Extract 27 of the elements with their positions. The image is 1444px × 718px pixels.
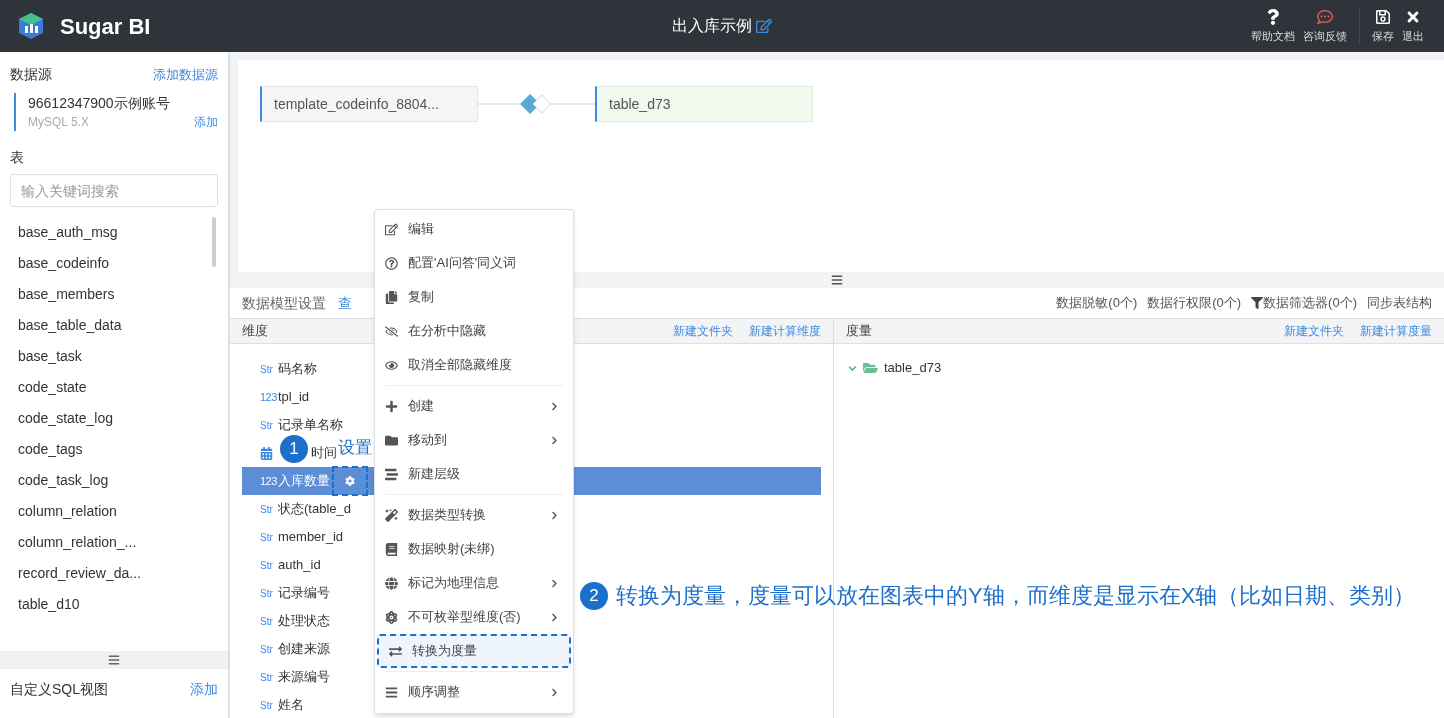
string-type-label: Str — [260, 614, 274, 629]
database-type: MySQL 5.X — [28, 114, 89, 131]
folder-name: table_d73 — [884, 359, 942, 378]
section-title: 数据源 — [10, 65, 52, 84]
annotation-text: 设置 — [338, 437, 372, 459]
panel-title: 维度 — [242, 322, 268, 341]
annotation-text: 转换为度量，度量可以放在图表中的Y轴，而维度是显示在X轴（比如日期、类别） — [616, 582, 1416, 610]
string-type-label: Str — [260, 558, 274, 573]
report-title: 出入库示例 — [672, 16, 752, 36]
string-type-label: Str — [260, 362, 274, 377]
brand-name: Sugar BI — [60, 12, 151, 41]
string-type-label: Str — [260, 418, 274, 433]
string-type-label: Str — [260, 502, 274, 517]
string-type-label: Str — [260, 670, 274, 685]
step-number-badge: 2 — [580, 582, 608, 610]
number-type-label: 123 — [260, 389, 278, 405]
number-type-label: 123 — [260, 473, 278, 489]
string-type-label: Str — [260, 530, 274, 545]
string-type-label: Str — [260, 642, 274, 657]
string-type-label: Str — [260, 586, 274, 601]
account-name: 96612347900示例账号 — [28, 94, 171, 113]
panel-title: 度量 — [846, 322, 872, 341]
section-title: 表 — [9, 148, 25, 167]
step-number-badge: 1 — [280, 435, 308, 463]
panel-title: 数据模型设置 — [242, 293, 326, 313]
section-title: 自定义SQL视图 — [10, 680, 108, 699]
string-type-label: Str — [260, 698, 274, 713]
